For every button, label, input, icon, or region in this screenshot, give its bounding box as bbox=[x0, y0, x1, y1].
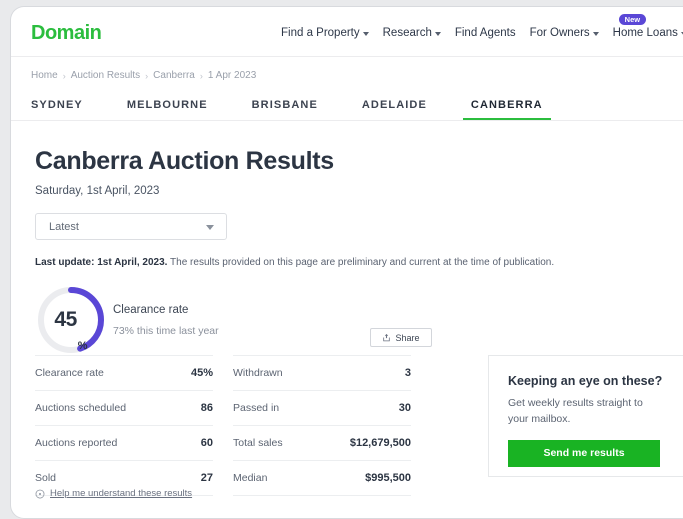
signup-title: Keeping an eye on these? bbox=[508, 374, 663, 388]
stats-column-left: Clearance rate 45% Auctions scheduled 86… bbox=[35, 355, 213, 496]
breadcrumb-item-date[interactable]: 1 Apr 2023 bbox=[208, 70, 256, 81]
newsletter-signup-card: Keeping an eye on these? Get weekly resu… bbox=[488, 355, 683, 477]
chevron-down-icon bbox=[592, 32, 599, 36]
stat-label: Clearance rate bbox=[35, 367, 104, 379]
page-date: Saturday, 1st April, 2023 bbox=[35, 185, 160, 197]
sort-select-value: Latest bbox=[49, 220, 79, 233]
stat-label: Auctions reported bbox=[35, 437, 118, 449]
tab-brisbane[interactable]: BRISBANE bbox=[252, 95, 318, 120]
breadcrumb-separator-icon: › bbox=[199, 70, 203, 81]
nav-item-home-loans[interactable]: New Home Loans bbox=[612, 14, 683, 39]
stat-value: 86 bbox=[200, 402, 213, 414]
chevron-down-icon bbox=[434, 32, 441, 36]
breadcrumb-item-canberra[interactable]: Canberra bbox=[153, 70, 195, 81]
chevron-down-icon bbox=[362, 32, 369, 36]
table-row: Auctions scheduled 86 bbox=[35, 391, 213, 426]
nav-item-label: Find a Property bbox=[281, 27, 360, 39]
nav-item-find-agents[interactable]: Find Agents bbox=[455, 27, 516, 39]
breadcrumb-separator-icon: › bbox=[145, 70, 149, 81]
stat-label: Total sales bbox=[233, 437, 283, 449]
page-title: Canberra Auction Results bbox=[35, 147, 334, 175]
stat-label: Passed in bbox=[233, 402, 280, 414]
clearance-rate-section: 45 % Clearance rate 73% this time last y… bbox=[35, 284, 683, 364]
last-update-bold: Last update: 1st April, 2023. bbox=[35, 257, 168, 268]
statistics-tables: Clearance rate 45% Auctions scheduled 86… bbox=[35, 355, 435, 496]
tab-adelaide[interactable]: ADELAIDE bbox=[362, 95, 427, 120]
stat-value: $995,500 bbox=[365, 472, 411, 484]
clearance-rate-number: 45 bbox=[54, 308, 77, 331]
clearance-rate-title: Clearance rate bbox=[113, 304, 189, 316]
stat-label: Median bbox=[233, 472, 268, 484]
chevron-down-icon bbox=[206, 225, 214, 230]
help-link[interactable]: Help me understand these results bbox=[35, 488, 192, 499]
help-link-label: Help me understand these results bbox=[50, 488, 193, 499]
tabs-divider bbox=[11, 120, 683, 121]
stat-value: 3 bbox=[404, 367, 411, 379]
table-row: Passed in 30 bbox=[233, 391, 411, 426]
breadcrumb-item-auction-results[interactable]: Auction Results bbox=[71, 70, 140, 81]
nav-item-label: For Owners bbox=[529, 27, 590, 39]
breadcrumb-item-home[interactable]: Home bbox=[31, 70, 58, 81]
info-icon bbox=[35, 489, 45, 498]
tab-melbourne[interactable]: MELBOURNE bbox=[127, 95, 208, 120]
share-button[interactable]: Share bbox=[370, 328, 432, 347]
clearance-rate-value-group: 45 % bbox=[35, 284, 107, 356]
nav-item-for-owners[interactable]: For Owners bbox=[530, 27, 599, 39]
top-navigation-bar: Domain Find a Property Research Find Age… bbox=[11, 7, 683, 57]
clearance-rate-text: Clearance rate 73% this time last year bbox=[113, 304, 219, 337]
table-row: Withdrawn 3 bbox=[233, 355, 411, 391]
nav-item-label: Research bbox=[382, 27, 432, 39]
stat-value: 27 bbox=[200, 472, 213, 484]
nav-item-find-a-property[interactable]: Find a Property bbox=[281, 27, 369, 39]
stat-label: Withdrawn bbox=[233, 367, 283, 379]
clearance-rate-comparison: 73% this time last year bbox=[113, 325, 219, 337]
stat-value: 45% bbox=[190, 367, 213, 379]
main-nav-items: Find a Property Research Find Agents For… bbox=[281, 14, 683, 39]
tab-canberra[interactable]: CANBERRA bbox=[462, 95, 551, 120]
nav-item-label: Find Agents bbox=[454, 27, 516, 39]
domain-logo[interactable]: Domain bbox=[31, 22, 102, 45]
nav-item-label: Home Loans bbox=[612, 27, 678, 39]
stat-value: 30 bbox=[398, 402, 411, 414]
new-badge: New bbox=[618, 14, 647, 26]
percent-symbol: % bbox=[77, 340, 88, 352]
stats-column-right: Withdrawn 3 Passed in 30 Total sales $12… bbox=[233, 355, 411, 496]
tab-sydney[interactable]: SYDNEY bbox=[31, 95, 83, 120]
page-container: Domain Find a Property Research Find Age… bbox=[10, 6, 683, 519]
last-update-notice: Last update: 1st April, 2023. The result… bbox=[35, 257, 683, 268]
send-me-results-button[interactable]: Send me results bbox=[508, 439, 660, 467]
stat-label: Auctions scheduled bbox=[35, 402, 127, 414]
sort-select[interactable]: Latest bbox=[35, 213, 227, 240]
signup-subtitle: Get weekly results straight to your mail… bbox=[508, 397, 643, 425]
city-tabs: SYDNEY MELBOURNE BRISBANE ADELAIDE CANBE… bbox=[31, 95, 683, 120]
last-update-rest: The results provided on this page are pr… bbox=[167, 257, 555, 268]
table-row: Total sales $12,679,500 bbox=[233, 426, 411, 461]
stat-value: 60 bbox=[200, 437, 213, 449]
table-row: Median $995,500 bbox=[233, 461, 411, 496]
breadcrumb-separator-icon: › bbox=[62, 70, 66, 81]
table-row: Auctions reported 60 bbox=[35, 426, 213, 461]
share-icon bbox=[383, 333, 391, 342]
stat-value: $12,679,500 bbox=[349, 437, 411, 449]
table-row: Clearance rate 45% bbox=[35, 355, 213, 391]
share-button-label: Share bbox=[395, 332, 420, 343]
nav-item-research[interactable]: Research bbox=[383, 27, 441, 39]
breadcrumb: Home › Auction Results › Canberra › 1 Ap… bbox=[31, 70, 683, 81]
stat-label: Sold bbox=[35, 472, 57, 484]
